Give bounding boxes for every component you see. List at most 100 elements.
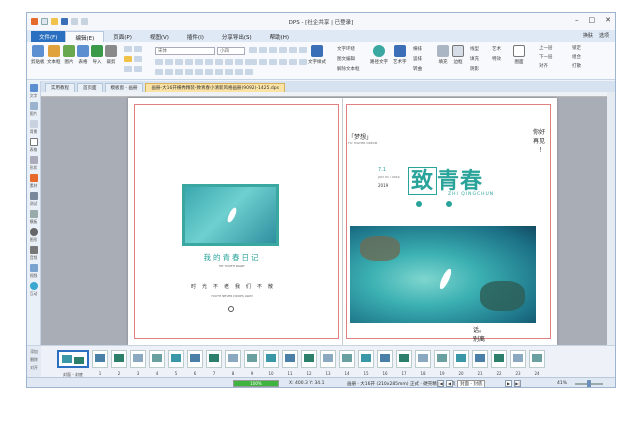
textbox-group[interactable]: 文本框 [47,45,61,65]
text-style-button[interactable]: 文字样式 [308,45,326,65]
page-thumbnail[interactable]: 14 [339,350,355,376]
zoom-slider-knob[interactable] [587,380,591,387]
clipboard-group[interactable]: 剪贴板 [31,45,45,65]
tool-interactive[interactable]: 互动 [29,282,38,297]
font-size-select[interactable]: 小四 [217,47,245,55]
tab-document[interactable]: 画册-大16开横秀精装-致青春小清新风格画册(9092)-1425.dps [145,83,285,92]
tab-home[interactable]: 首页面 [77,83,103,92]
tab-template[interactable]: 模板窗 - 画册 [104,83,144,92]
page-thumbnail[interactable]: 15 [358,350,374,376]
vertical-scrollbar[interactable] [607,92,615,345]
page-thumbnail[interactable]: 3 [130,350,146,376]
tool-shape[interactable]: 形状 [29,156,38,171]
effect-option[interactable]: 特效 [492,56,501,62]
date-year[interactable]: 2019 [378,183,388,188]
page-thumbnail[interactable]: 6 [187,350,203,376]
page-thumbnail[interactable]: 11 [282,350,298,376]
art-option[interactable]: 艺术 [492,46,501,52]
tool-table[interactable]: 表格 [29,138,38,153]
close-button[interactable]: ✕ [605,16,611,24]
edit-small-tools[interactable] [124,46,142,52]
skin-button[interactable]: 换肤 [583,32,593,39]
page-thumbnail[interactable]: 12 [301,350,317,376]
fill-button[interactable]: 填充 [437,45,449,65]
tool-text[interactable]: 文字 [29,84,38,99]
tool-video[interactable]: 视频 [29,264,38,279]
next-page-button[interactable]: ▶ [505,380,512,387]
page-thumbnail[interactable]: 20 [453,350,469,376]
format-buttons[interactable] [155,59,253,65]
image-frame-button[interactable]: 图面 [513,45,525,65]
menu-help[interactable]: 帮助(H) [261,31,298,42]
outline-option[interactable]: 转曲 [413,66,422,72]
tool-graphic[interactable]: 图形 [29,228,38,243]
release-textbox-option[interactable]: 解除文本框 [337,66,360,72]
right-bottom-text[interactable]: 话。 别离 [473,326,485,344]
lock-option[interactable]: 锁定 [572,45,581,51]
menu-view[interactable]: 视图(V) [141,31,178,42]
left-page-tagline[interactable]: 时光不老我们不散 [165,283,305,290]
menu-share-export[interactable]: 分享导出(S) [213,31,261,42]
align-buttons[interactable] [249,47,307,53]
page-thumbnail[interactable]: 13 [320,350,336,376]
options-button[interactable]: 选项 [599,32,609,39]
page-thumbnail[interactable]: 封面 - 封底 [57,350,89,377]
maximize-button[interactable]: □ [589,16,596,24]
cover-title[interactable]: 致青春 [408,163,483,195]
image-group[interactable]: 图片 [63,45,75,65]
page-thumbnail[interactable]: 17 [396,350,412,376]
page-thumbnail[interactable]: 21 [472,350,488,376]
minimize-button[interactable]: – [575,16,579,24]
bring-forward-option[interactable]: 上一层 [539,45,553,51]
page-thumbnail[interactable]: 24 [529,350,545,376]
tool-background[interactable]: 背景 [29,120,38,135]
tool-template[interactable]: 模板 [29,210,38,225]
page-thumbnail[interactable]: 8 [225,350,241,376]
crop-group[interactable]: 裁剪 [105,45,117,65]
shadow-option[interactable]: 阴影 [470,66,479,72]
menu-plugin[interactable]: 插件(I) [178,31,213,42]
prev-page-button[interactable]: ◀ [446,380,453,387]
date-number[interactable]: 7.1 [378,167,386,173]
menu-file[interactable]: 文件(F) [31,31,66,42]
page-thumbnail[interactable]: 4 [149,350,165,376]
page-thumbnail[interactable]: 9 [244,350,260,376]
corner-text[interactable]: 你好 再见 ！ [533,128,545,155]
delete-page-button[interactable]: 删除 [30,357,38,363]
import-group[interactable]: 导入 [91,45,103,65]
tool-test[interactable]: 测试 [29,192,38,207]
left-page-title[interactable]: 我的青春日记 [183,252,281,263]
align-option[interactable]: 对齐 [539,63,548,69]
edit-small-tools-2[interactable] [124,56,142,62]
page-thumbnail[interactable]: 7 [206,350,222,376]
table-group[interactable]: 表格 [77,45,89,65]
first-page-button[interactable]: |◀ [437,380,444,387]
send-backward-option[interactable]: 下一层 [539,54,553,60]
page-thumbnail[interactable]: 22 [491,350,507,376]
last-page-button[interactable]: ▶| [514,380,521,387]
page-thumbnail[interactable]: 16 [377,350,393,376]
page-spread[interactable]: 我的青春日记 MY YOUTH DIARY 时光不老我们不散 YOUTH NEV… [128,98,557,345]
date-text[interactable]: JULY 01 / 2019 [378,175,400,179]
tab-tutorial[interactable]: 实用教程 [45,83,75,92]
cover-pinyin[interactable]: ZHI QINGCHUN [448,192,494,197]
group-option[interactable]: 组合 [572,54,581,60]
page-thumbnail[interactable]: 10 [263,350,279,376]
line-type-option[interactable]: 线型 [470,46,479,52]
tool-material[interactable]: 素材 [29,174,38,189]
page-thumbnail[interactable]: 2 [111,350,127,376]
tool-audio[interactable]: 音频 [29,246,38,261]
left-page-subtitle[interactable]: MY YOUTH DIARY [183,264,281,268]
text-wrap-option[interactable]: 文字环绕 [337,46,355,52]
page-thumbnail[interactable]: 19 [434,350,450,376]
fill-option[interactable]: 填充 [470,56,479,62]
border-button[interactable]: 边框 [452,45,464,65]
page-thumbnail[interactable]: 23 [510,350,526,376]
art-text-button[interactable]: 艺术字 [393,45,407,65]
font-name-select[interactable]: 宋体 [155,47,215,55]
page-select[interactable]: 封面 - 封底 [457,380,486,387]
page-thumbnail[interactable]: 5 [168,350,184,376]
add-page-button[interactable]: 添加 [30,349,38,355]
align-buttons-2[interactable] [249,59,307,65]
left-page-tagline-en[interactable]: YOUTH NEVER DROPS AWAY [183,294,281,298]
